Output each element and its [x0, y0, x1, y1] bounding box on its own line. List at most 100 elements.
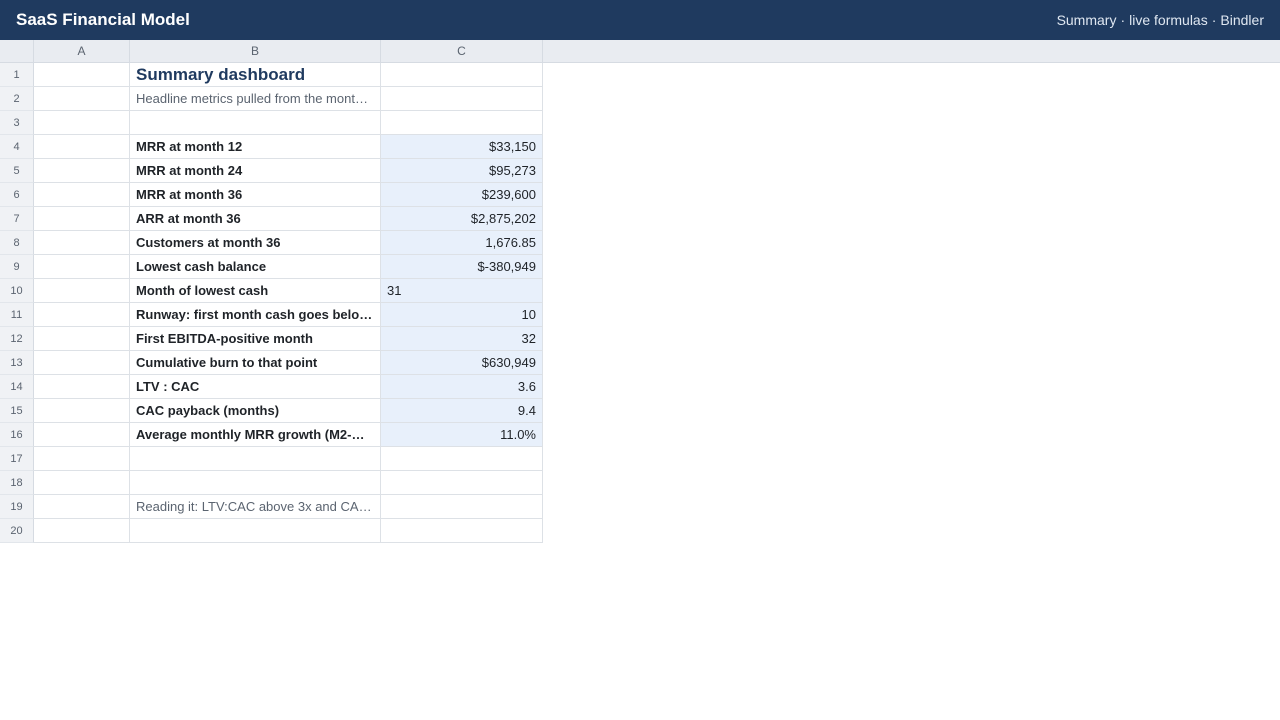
row-number[interactable]: 7: [0, 207, 34, 231]
row-number[interactable]: 15: [0, 399, 34, 423]
table-row: 5 MRR at month 24 $95,273: [0, 159, 1280, 183]
cell-b[interactable]: Month of lowest cash: [130, 279, 381, 303]
cell-c[interactable]: 1,676.85: [381, 231, 543, 255]
cell-b[interactable]: Lowest cash balance: [130, 255, 381, 279]
row-number[interactable]: 17: [0, 447, 34, 471]
cell-a[interactable]: [34, 279, 130, 303]
cell-b[interactable]: CAC payback (months): [130, 399, 381, 423]
cell-a[interactable]: [34, 231, 130, 255]
cell-a[interactable]: [34, 159, 130, 183]
cell-c[interactable]: $95,273: [381, 159, 543, 183]
cell-a[interactable]: [34, 255, 130, 279]
table-row: 13 Cumulative burn to that point $630,949: [0, 351, 1280, 375]
cell-c[interactable]: [381, 63, 543, 87]
cell-b[interactable]: First EBITDA-positive month: [130, 327, 381, 351]
breadcrumb-separator: ·: [1120, 12, 1126, 28]
table-row: 20: [0, 519, 1280, 543]
row-number[interactable]: 14: [0, 375, 34, 399]
cell-c[interactable]: $-380,949: [381, 255, 543, 279]
cell-b[interactable]: MRR at month 36: [130, 183, 381, 207]
table-row: 16 Average monthly MRR growth (M2-M36) 11.…: [0, 423, 1280, 447]
cell-c[interactable]: 9.4: [381, 399, 543, 423]
cell-b[interactable]: ARR at month 36: [130, 207, 381, 231]
cell-c[interactable]: $630,949: [381, 351, 543, 375]
cell-c[interactable]: [381, 471, 543, 495]
cell-a[interactable]: [34, 471, 130, 495]
select-all-corner[interactable]: [0, 40, 34, 62]
cell-a[interactable]: [34, 423, 130, 447]
cell-a[interactable]: [34, 399, 130, 423]
column-header-row: A B C: [0, 40, 1280, 63]
cell-b[interactable]: LTV : CAC: [130, 375, 381, 399]
cell-a[interactable]: [34, 327, 130, 351]
cell-b[interactable]: [130, 471, 381, 495]
breadcrumb-separator: ·: [1211, 12, 1217, 28]
cell-c[interactable]: [381, 519, 543, 543]
cell-c[interactable]: 11.0%: [381, 423, 543, 447]
row-number[interactable]: 13: [0, 351, 34, 375]
cell-a[interactable]: [34, 183, 130, 207]
breadcrumb: Summary · live formulas · Bindler: [1057, 12, 1264, 28]
row-number[interactable]: 4: [0, 135, 34, 159]
row-number[interactable]: 16: [0, 423, 34, 447]
cell-a[interactable]: [34, 351, 130, 375]
row-number[interactable]: 6: [0, 183, 34, 207]
row-number[interactable]: 11: [0, 303, 34, 327]
cell-a[interactable]: [34, 135, 130, 159]
table-row: 7 ARR at month 36 $2,875,202: [0, 207, 1280, 231]
cell-c[interactable]: [381, 495, 543, 519]
cell-c[interactable]: [381, 87, 543, 111]
cell-b[interactable]: Headline metrics pulled from the monthly…: [130, 87, 381, 111]
cell-a[interactable]: [34, 303, 130, 327]
cell-c[interactable]: 3.6: [381, 375, 543, 399]
cell-c[interactable]: [381, 111, 543, 135]
cell-a[interactable]: [34, 63, 130, 87]
cell-a[interactable]: [34, 207, 130, 231]
cell-b[interactable]: [130, 111, 381, 135]
cell-a[interactable]: [34, 495, 130, 519]
cell-c[interactable]: 10: [381, 303, 543, 327]
column-header-a[interactable]: A: [34, 40, 130, 62]
breadcrumb-user[interactable]: Bindler: [1220, 12, 1264, 28]
row-number[interactable]: 19: [0, 495, 34, 519]
row-number[interactable]: 10: [0, 279, 34, 303]
cell-b[interactable]: [130, 447, 381, 471]
cell-b[interactable]: Summary dashboard: [130, 63, 381, 87]
row-number[interactable]: 20: [0, 519, 34, 543]
cell-c[interactable]: $2,875,202: [381, 207, 543, 231]
app-header: SaaS Financial Model Summary · live formul…: [0, 0, 1280, 40]
cell-a[interactable]: [34, 447, 130, 471]
cell-b[interactable]: [130, 519, 381, 543]
breadcrumb-mode[interactable]: live formulas: [1129, 12, 1208, 28]
cell-a[interactable]: [34, 519, 130, 543]
cell-b[interactable]: Reading it: LTV:CAC above 3x and CAC pay…: [130, 495, 381, 519]
cell-a[interactable]: [34, 375, 130, 399]
cell-a[interactable]: [34, 87, 130, 111]
column-header-c[interactable]: C: [381, 40, 543, 62]
cell-c[interactable]: 32: [381, 327, 543, 351]
row-number[interactable]: 9: [0, 255, 34, 279]
table-row: 1 Summary dashboard: [0, 63, 1280, 87]
breadcrumb-sheet[interactable]: Summary: [1057, 12, 1117, 28]
cell-b[interactable]: Average monthly MRR growth (M2-M36): [130, 423, 381, 447]
cell-b[interactable]: Cumulative burn to that point: [130, 351, 381, 375]
cell-b[interactable]: Customers at month 36: [130, 231, 381, 255]
cell-b[interactable]: MRR at month 12: [130, 135, 381, 159]
table-row: 2 Headline metrics pulled from the monthl…: [0, 87, 1280, 111]
row-number[interactable]: 18: [0, 471, 34, 495]
cell-c[interactable]: $239,600: [381, 183, 543, 207]
row-number[interactable]: 5: [0, 159, 34, 183]
row-number[interactable]: 1: [0, 63, 34, 87]
cell-c[interactable]: 31: [381, 279, 543, 303]
column-header-b[interactable]: B: [130, 40, 381, 62]
cell-b[interactable]: MRR at month 24: [130, 159, 381, 183]
cell-c[interactable]: [381, 447, 543, 471]
cell-b[interactable]: Runway: first month cash goes below zero: [130, 303, 381, 327]
cell-a[interactable]: [34, 111, 130, 135]
row-number[interactable]: 8: [0, 231, 34, 255]
cell-c[interactable]: $33,150: [381, 135, 543, 159]
row-number[interactable]: 2: [0, 87, 34, 111]
table-row: 8 Customers at month 36 1,676.85: [0, 231, 1280, 255]
row-number[interactable]: 12: [0, 327, 34, 351]
row-number[interactable]: 3: [0, 111, 34, 135]
